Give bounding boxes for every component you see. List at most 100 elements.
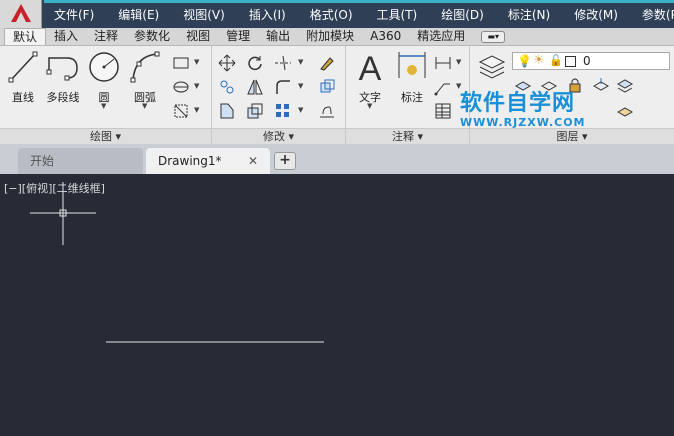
- ribbon-options-dropdown-icon[interactable]: ▬▾: [481, 31, 506, 43]
- title-bar: 文件(F) 编辑(E) 视图(V) 插入(I) 格式(O) 工具(T) 绘图(D…: [0, 0, 674, 28]
- layer-thaw-icon: ☀: [533, 53, 545, 68]
- boundary-dropdown-icon[interactable]: ▼: [194, 106, 199, 114]
- hatch-dropdown-icon[interactable]: ▼: [194, 82, 199, 90]
- move-icon[interactable]: [218, 54, 236, 72]
- tab-insert[interactable]: 插入: [46, 28, 86, 45]
- rectangle-icon[interactable]: [172, 54, 190, 72]
- annotation-panel-title[interactable]: 注释 ▾: [346, 128, 469, 144]
- modify-panel-title[interactable]: 修改 ▾: [212, 128, 345, 144]
- linear-dimension-dropdown-icon[interactable]: ▼: [456, 58, 461, 66]
- table-icon[interactable]: [434, 102, 452, 120]
- line-tool-label: 直线: [12, 91, 34, 104]
- stretch-icon[interactable]: [218, 102, 236, 120]
- tab-a360[interactable]: A360: [362, 28, 409, 45]
- application-menu-button[interactable]: [0, 0, 42, 28]
- layers-panel-title[interactable]: 图层 ▾: [470, 128, 674, 144]
- dimension-icon: [398, 52, 426, 78]
- line-tool-button[interactable]: 直线: [6, 50, 40, 105]
- polyline-tool-button[interactable]: 多段线: [44, 50, 82, 105]
- ribbon-tabs: 默认 插入 注释 参数化 视图 管理 输出 附加模块 A360 精选应用 ▬▾: [0, 28, 674, 46]
- menu-parametric[interactable]: 参数(P): [630, 4, 674, 26]
- tab-addins[interactable]: 附加模块: [298, 28, 362, 45]
- file-tabs-bar: 开始 Drawing1* ✕ +: [0, 144, 674, 174]
- tab-parametric[interactable]: 参数化: [126, 28, 178, 45]
- layer-unlock-icon: 🔓: [549, 54, 563, 67]
- drawing-canvas[interactable]: [−][俯视][二维线框]: [0, 174, 674, 436]
- canvas-graphics: [30, 182, 324, 343]
- menu-dimension[interactable]: 标注(N): [496, 4, 562, 26]
- polyline-icon: [46, 57, 78, 81]
- trim-icon[interactable]: [274, 54, 292, 72]
- circle-icon: [89, 52, 119, 82]
- text-dropdown-icon[interactable]: ▼: [367, 102, 372, 110]
- tab-start[interactable]: 开始: [18, 148, 143, 174]
- layer-walk-icon[interactable]: [616, 102, 634, 120]
- tab-view[interactable]: 视图: [178, 28, 218, 45]
- layer-freeze-icon[interactable]: [592, 76, 610, 94]
- explode-icon[interactable]: [318, 78, 336, 96]
- new-tab-button[interactable]: +: [274, 152, 296, 170]
- close-icon[interactable]: ✕: [248, 148, 258, 174]
- hatch-icon[interactable]: [172, 78, 190, 96]
- menu-modify[interactable]: 修改(M): [562, 4, 630, 26]
- autocad-logo-icon: [11, 4, 31, 22]
- watermark-title: 软件自学网: [460, 91, 576, 116]
- array-dropdown-icon[interactable]: ▼: [298, 106, 303, 114]
- fillet-icon[interactable]: [274, 78, 292, 96]
- mirror-icon[interactable]: [246, 78, 264, 96]
- text-tool-button[interactable]: A 文字 ▼: [352, 50, 388, 110]
- menu-edit[interactable]: 编辑(E): [106, 4, 171, 26]
- draw-panel-title[interactable]: 绘图 ▾: [0, 128, 211, 144]
- rotate-icon[interactable]: [246, 54, 264, 72]
- accent-strip: [44, 0, 674, 3]
- leader-icon[interactable]: [434, 78, 452, 96]
- layer-dropdown[interactable]: 💡 ☀ 🔓 0: [512, 52, 670, 70]
- boundary-icon[interactable]: [172, 102, 190, 120]
- layers-panel-title-text: 图层: [556, 130, 579, 143]
- menu-format[interactable]: 格式(O): [298, 4, 365, 26]
- tab-start-label: 开始: [30, 154, 55, 168]
- current-layer-value: 0: [583, 54, 591, 68]
- trim-dropdown-icon[interactable]: ▼: [298, 58, 303, 66]
- annotation-panel-title-text: 注释: [391, 130, 414, 143]
- menu-draw[interactable]: 绘图(D): [429, 4, 496, 26]
- arc-dropdown-icon[interactable]: ▼: [142, 102, 147, 110]
- layer-properties-icon[interactable]: [476, 52, 506, 82]
- svg-text:A: A: [359, 50, 382, 84]
- layer-color-swatch: [565, 56, 576, 67]
- scale-icon[interactable]: [246, 102, 264, 120]
- circle-tool-button[interactable]: 圆 ▼: [88, 50, 120, 110]
- arc-tool-button[interactable]: 圆弧 ▼: [128, 50, 162, 110]
- menu-file[interactable]: 文件(F): [42, 4, 106, 26]
- arc-icon: [130, 51, 160, 83]
- array-icon[interactable]: [274, 102, 292, 120]
- layer-states-icon[interactable]: [616, 76, 634, 94]
- dimension-tool-button[interactable]: 标注: [394, 50, 430, 105]
- copy-icon[interactable]: [218, 78, 236, 96]
- watermark-url: WWW.RJZXW.COM: [460, 116, 586, 129]
- tab-featured-apps[interactable]: 精选应用: [409, 28, 473, 45]
- leader-dropdown-icon[interactable]: ▼: [456, 82, 461, 90]
- tab-default[interactable]: 默认: [4, 28, 47, 45]
- tab-annotate[interactable]: 注释: [86, 28, 126, 45]
- fillet-dropdown-icon[interactable]: ▼: [298, 82, 303, 90]
- tab-output[interactable]: 输出: [258, 28, 298, 45]
- dimension-tool-label: 标注: [401, 91, 423, 104]
- circle-dropdown-icon[interactable]: ▼: [101, 102, 106, 110]
- modify-panel-title-text: 修改: [262, 130, 285, 143]
- menu-insert[interactable]: 插入(I): [237, 4, 298, 26]
- tab-drawing1[interactable]: Drawing1* ✕: [146, 148, 270, 174]
- linear-dimension-icon[interactable]: [434, 54, 452, 72]
- menu-view[interactable]: 视图(V): [171, 4, 237, 26]
- menu-tools[interactable]: 工具(T): [365, 4, 430, 26]
- rectangle-dropdown-icon[interactable]: ▼: [194, 58, 199, 66]
- draw-panel: 直线 多段线 圆 ▼ 圆弧 ▼ ▼ ▼ ▼ 绘图 ▾: [0, 46, 212, 144]
- menu-bar: 文件(F) 编辑(E) 视图(V) 插入(I) 格式(O) 工具(T) 绘图(D…: [42, 4, 674, 26]
- erase-icon[interactable]: [318, 54, 336, 72]
- tab-drawing1-label: Drawing1*: [158, 154, 222, 168]
- watermark: 软件自学网 WWW.RJZXW.COM: [460, 91, 586, 130]
- text-icon: A: [359, 50, 382, 88]
- polyline-tool-label: 多段线: [46, 91, 80, 104]
- tab-manage[interactable]: 管理: [218, 28, 258, 45]
- offset-icon[interactable]: [318, 102, 336, 120]
